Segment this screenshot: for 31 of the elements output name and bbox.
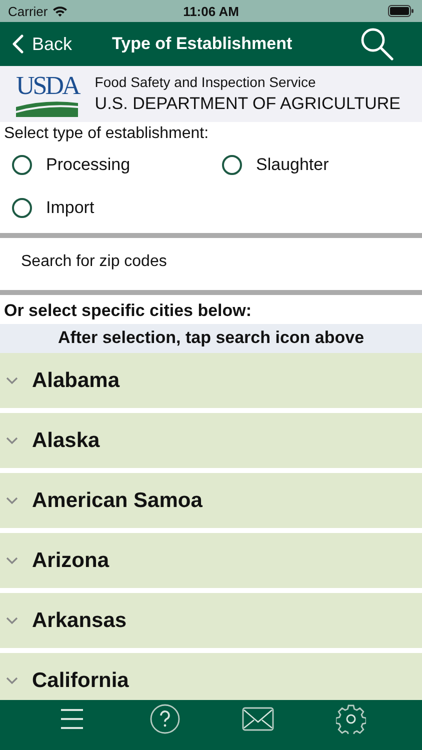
nav-title: Type of Establishment	[112, 34, 294, 54]
search-icon[interactable]	[360, 27, 394, 61]
option-label: Processing	[46, 154, 130, 174]
menu-icon[interactable]	[60, 707, 84, 731]
state-row[interactable]: California	[0, 653, 422, 700]
option-label: Slaughter	[256, 154, 329, 174]
usda-logo: USDA	[16, 71, 81, 117]
state-row[interactable]: Alabama	[0, 353, 422, 408]
field-lines-icon	[16, 101, 78, 117]
radio-button[interactable]	[12, 154, 32, 174]
question-mark-icon[interactable]	[150, 704, 180, 734]
hint-banner: After selection, tap search icon above	[0, 324, 422, 353]
back-chevron-icon[interactable]	[12, 34, 24, 54]
agency-name: Food Safety and Inspection Service	[94, 74, 317, 90]
state-row[interactable]: Arizona	[0, 533, 422, 588]
section-label: Or select specific cities below:	[3, 300, 253, 322]
status-time: 11:06 AM	[183, 4, 239, 18]
radio-button[interactable]	[12, 198, 32, 218]
battery-icon	[388, 5, 414, 17]
option-label: Import	[46, 198, 94, 218]
section-label: Select type of establishment:	[3, 124, 210, 143]
settings-icon[interactable]	[336, 704, 366, 734]
state-row[interactable]: Alaska	[0, 413, 422, 468]
state-row[interactable]: Arkansas	[0, 593, 422, 648]
wifi-icon	[52, 5, 68, 17]
envelope-icon[interactable]	[242, 707, 274, 731]
carrier-label: Carrier	[8, 4, 48, 18]
radio-button[interactable]	[222, 154, 242, 174]
department-name: U.S. DEPARTMENT OF AGRICULTURE	[94, 94, 401, 114]
back-button[interactable]: Back	[12, 34, 72, 54]
state-row[interactable]: American Samoa	[0, 473, 422, 528]
